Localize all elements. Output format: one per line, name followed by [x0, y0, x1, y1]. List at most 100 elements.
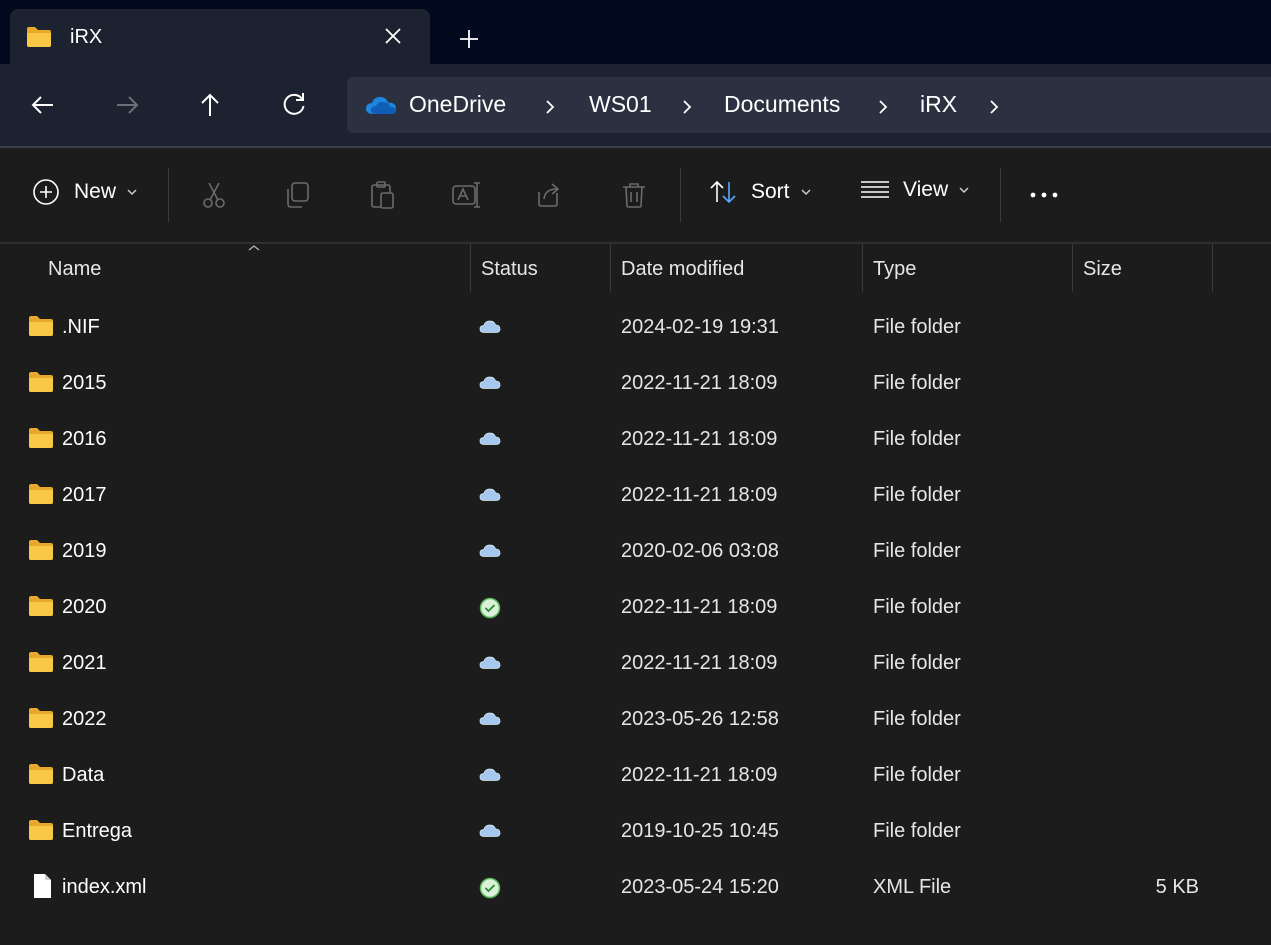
cloud-status-icon [479, 654, 501, 675]
cloud-status-icon [479, 318, 501, 339]
separator [168, 168, 169, 222]
table-row[interactable]: 2021 2022-11-21 18:09 File folder [0, 636, 1271, 692]
column-status[interactable]: Status [481, 258, 538, 281]
date-modified: 2022-11-21 18:09 [621, 484, 778, 506]
new-tab-button[interactable] [455, 25, 483, 53]
date-modified: 2022-11-21 18:09 [621, 428, 778, 450]
paste-icon[interactable] [367, 180, 397, 210]
tab-irx[interactable]: iRX [10, 9, 430, 65]
column-date-modified[interactable]: Date modified [621, 258, 744, 281]
cloud-status-icon [479, 374, 501, 395]
date-modified: 2019-10-25 10:45 [621, 820, 779, 842]
table-row[interactable]: Entrega 2019-10-25 10:45 File folder [0, 804, 1271, 860]
breadcrumb-documents[interactable]: Documents [724, 91, 840, 118]
view-list-icon [861, 181, 889, 198]
folder-icon [28, 539, 54, 566]
new-button[interactable]: New [32, 178, 138, 206]
folder-icon [28, 427, 54, 454]
chevron-down-icon [127, 189, 137, 196]
sort-label: Sort [751, 180, 790, 203]
file-name: 2015 [62, 372, 107, 394]
sort-button[interactable]: Sort [708, 178, 812, 206]
breadcrumb-irx[interactable]: iRX [920, 91, 957, 118]
date-modified: 2022-11-21 18:09 [621, 596, 778, 618]
column-divider[interactable] [1212, 244, 1213, 292]
cut-icon[interactable] [199, 180, 229, 210]
chevron-down-icon [959, 187, 969, 194]
view-button[interactable]: View [860, 178, 970, 202]
forward-button[interactable] [112, 90, 142, 120]
file-name: index.xml [62, 876, 147, 898]
breadcrumb-onedrive[interactable]: OneDrive [409, 91, 506, 118]
table-row[interactable]: 2017 2022-11-21 18:09 File folder [0, 468, 1271, 524]
file-name: 2017 [62, 484, 107, 506]
file-type: File folder [873, 708, 961, 730]
file-type: XML File [873, 876, 952, 898]
sort-icon [710, 180, 736, 204]
table-row[interactable]: index.xml 2023-05-24 15:20 XML File 5 KB [0, 860, 1271, 916]
folder-icon [28, 483, 54, 510]
table-row[interactable]: 2022 2023-05-26 12:58 File folder [0, 692, 1271, 748]
file-size: 5 KB [1155, 876, 1199, 898]
table-row[interactable]: 2019 2020-02-06 03:08 File folder [0, 524, 1271, 580]
table-row[interactable]: .NIF 2024-02-19 19:31 File folder [0, 300, 1271, 356]
chevron-right-icon[interactable] [987, 99, 1001, 115]
chevron-right-icon[interactable] [680, 99, 694, 115]
up-button[interactable] [195, 90, 225, 120]
file-name: 2021 [62, 652, 107, 674]
chevron-right-icon[interactable] [543, 99, 557, 115]
file-name: 2020 [62, 596, 107, 618]
table-row[interactable]: 2020 2022-11-21 18:09 File folder [0, 580, 1271, 636]
more-options-icon[interactable] [1029, 180, 1059, 210]
date-modified: 2024-02-19 19:31 [621, 316, 779, 338]
file-type: File folder [873, 316, 961, 338]
separator [1000, 168, 1001, 222]
folder-icon [28, 707, 54, 734]
cloud-status-icon [479, 486, 501, 507]
new-label: New [74, 180, 117, 203]
column-size[interactable]: Size [1083, 258, 1122, 281]
delete-icon[interactable] [619, 180, 649, 210]
navigation-bar: OneDrive WS01 Documents iRX [0, 64, 1271, 146]
rename-icon[interactable] [451, 180, 481, 210]
file-type: File folder [873, 372, 961, 394]
column-divider[interactable] [470, 244, 471, 292]
folder-icon [28, 651, 54, 678]
onedrive-cloud-icon [366, 97, 396, 114]
cloud-status-icon [479, 710, 501, 731]
share-icon[interactable] [535, 180, 565, 210]
view-label: View [903, 178, 949, 201]
folder-icon [28, 595, 54, 622]
file-type: File folder [873, 428, 961, 450]
column-name[interactable]: Name [48, 258, 101, 281]
back-button[interactable] [28, 90, 58, 120]
folder-icon [28, 371, 54, 398]
file-name: .NIF [62, 316, 100, 338]
tab-title: iRX [70, 26, 103, 48]
breadcrumb-ws01[interactable]: WS01 [589, 91, 652, 118]
file-type: File folder [873, 652, 961, 674]
table-row[interactable]: 2016 2022-11-21 18:09 File folder [0, 412, 1271, 468]
file-name: 2022 [62, 708, 107, 730]
file-type: File folder [873, 484, 961, 506]
table-row[interactable]: Data 2022-11-21 18:09 File folder [0, 748, 1271, 804]
cloud-status-icon [479, 822, 501, 843]
column-divider[interactable] [1072, 244, 1073, 292]
copy-icon[interactable] [283, 180, 313, 210]
table-row[interactable]: 2015 2022-11-21 18:09 File folder [0, 356, 1271, 412]
date-modified: 2022-11-21 18:09 [621, 764, 778, 786]
close-icon[interactable] [380, 23, 406, 49]
address-bar[interactable]: OneDrive WS01 Documents iRX [347, 77, 1271, 133]
column-type[interactable]: Type [873, 258, 916, 281]
file-name: Entrega [62, 820, 133, 842]
command-bar: New Sort View [0, 148, 1271, 242]
chevron-right-icon[interactable] [876, 99, 890, 115]
refresh-button[interactable] [279, 90, 309, 120]
date-modified: 2023-05-26 12:58 [621, 708, 779, 730]
column-divider[interactable] [862, 244, 863, 292]
cloud-status-icon [479, 430, 501, 451]
file-icon [31, 873, 53, 904]
plus-circle-icon [33, 179, 59, 205]
column-divider[interactable] [610, 244, 611, 292]
folder-icon [28, 819, 54, 846]
